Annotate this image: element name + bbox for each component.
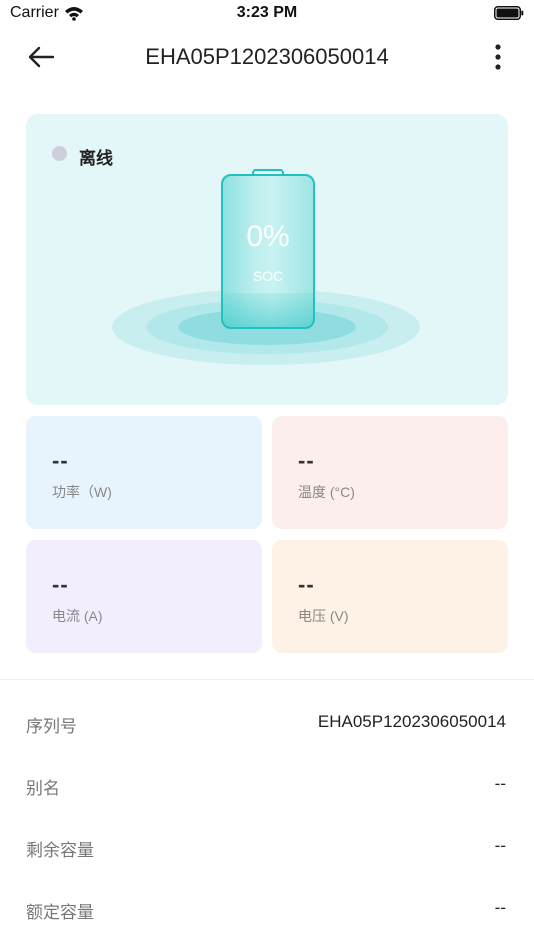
detail-value: -- [494,898,506,917]
page-title: EHA05P1202306050014 [145,44,389,69]
detail-key: 序列号 [26,717,77,736]
detail-row-serial: 序列号 EHA05P1202306050014 [26,712,506,742]
battery-status-card: 离线 0% SOC [26,114,508,405]
voltage-value: -- [298,572,315,597]
detail-value: -- [494,774,506,793]
power-value: -- [52,448,69,473]
detail-row-alias: 别名 -- [26,774,506,804]
temperature-value: -- [298,448,315,473]
battery-status-icon [494,6,524,20]
battery-graphic: 0% SOC [221,174,315,329]
detail-key: 额定容量 [26,903,94,922]
battery-charge-fill [223,293,313,327]
clock: 3:23 PM [236,4,298,21]
detail-key: 别名 [26,779,60,798]
more-vertical-icon [495,44,501,70]
connection-status-label: 离线 [79,149,113,168]
detail-row-remaining-capacity: 剩余容量 -- [26,836,506,866]
detail-value: EHA05P1202306050014 [317,712,506,731]
power-card: -- 功率（W) [26,416,262,529]
soc-label: SOC [252,268,284,284]
voltage-label: 电压 (V) [298,608,349,624]
current-value: -- [52,572,69,597]
detail-row-rated-capacity: 额定容量 -- [26,898,506,928]
nav-bar: EHA05P1202306050014 [0,34,534,80]
section-divider [0,679,534,680]
offline-status-dot [52,146,67,161]
power-label: 功率（W) [52,484,112,500]
voltage-card: -- 电压 (V) [272,540,508,653]
current-card: -- 电流 (A) [26,540,262,653]
temperature-label: 温度 (°C) [298,484,355,500]
detail-key: 剩余容量 [26,841,94,860]
status-bar: Carrier 3:23 PM [0,0,534,28]
current-label: 电流 (A) [52,608,103,624]
more-options-button[interactable] [486,40,510,74]
detail-value: -- [494,836,506,855]
soc-value: 0% [246,220,290,253]
temperature-card: -- 温度 (°C) [272,416,508,529]
